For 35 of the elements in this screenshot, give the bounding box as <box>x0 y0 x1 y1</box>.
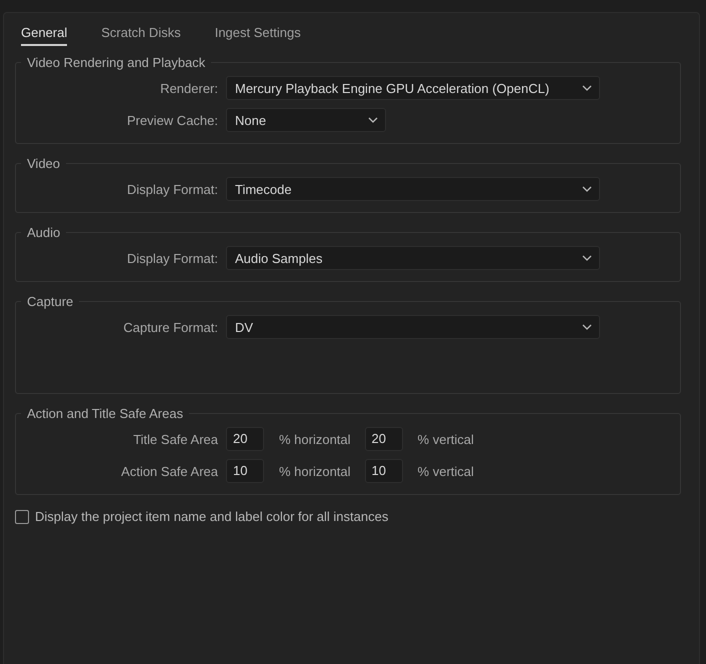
field-label: Title Safe Area <box>132 432 219 446</box>
group-title: Video <box>26 156 62 171</box>
chevron-down-icon <box>582 186 592 192</box>
number-field[interactable]: 10 <box>226 459 264 483</box>
field-label: Preview Cache: <box>126 112 219 128</box>
unit-label: % horizontal <box>278 432 352 446</box>
group-title: Video Rendering and Playback <box>26 55 206 70</box>
tab[interactable]: General <box>21 23 68 46</box>
group-title: Action and Title Safe Areas <box>26 406 184 421</box>
unit-label: % horizontal <box>278 464 352 478</box>
chevron-down-icon <box>368 117 378 123</box>
unit-label: % vertical <box>416 464 475 478</box>
checkbox-label: Display the project item name and label color for all instances <box>35 509 388 524</box>
field-label: Capture Format: <box>122 320 219 334</box>
unit-label: % vertical <box>416 432 475 446</box>
number-field[interactable]: 20 <box>364 427 403 451</box>
chevron-down-icon <box>582 255 592 261</box>
field-label: Display Format: <box>126 182 219 196</box>
tab[interactable]: Ingest Settings <box>214 23 301 46</box>
field-label: Renderer: <box>159 80 219 96</box>
group-title: Capture <box>26 294 74 309</box>
number-field[interactable]: 10 <box>364 459 403 483</box>
chevron-down-icon <box>582 324 592 330</box>
field-label: Action Safe Area <box>120 464 219 478</box>
dropdown[interactable]: Mercury Playback Engine GPU Acceleration (OpenCL) <box>226 76 600 100</box>
field-label: Display Format: <box>126 250 219 266</box>
tab[interactable]: Scratch Disks <box>101 23 181 46</box>
chevron-down-icon <box>582 85 592 91</box>
dropdown[interactable]: Audio Samples <box>226 246 600 270</box>
dropdown[interactable]: DV <box>226 315 600 339</box>
group-title: Audio <box>26 225 62 240</box>
dropdown[interactable]: None <box>226 108 386 132</box>
number-field[interactable]: 20 <box>226 427 264 451</box>
checkbox[interactable] <box>15 510 29 524</box>
dropdown[interactable]: Timecode <box>226 177 600 201</box>
